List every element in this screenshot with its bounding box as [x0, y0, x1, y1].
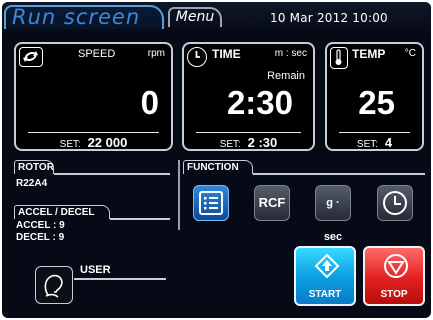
time-set-value: 2 :30	[247, 135, 278, 150]
temp-label: TEMP	[352, 47, 386, 61]
user-rule	[74, 278, 166, 280]
rotation-icon	[19, 47, 43, 67]
speed-unit: rpm	[147, 48, 165, 59]
temp-unit: °C	[404, 48, 416, 59]
rotor-heading: ROTOR	[14, 160, 54, 174]
rotor-rule	[54, 173, 170, 175]
header-bar: Run screen Menu 10 Mar 2012 10:00	[2, 2, 431, 32]
start-button[interactable]: START	[294, 246, 356, 306]
stop-label: STOP	[380, 289, 408, 300]
time-setpoint: SET: 2 :30	[184, 135, 313, 150]
list-button[interactable]	[193, 185, 229, 221]
g-sec-label: g · sec	[323, 197, 343, 243]
timer-icon	[383, 191, 407, 215]
speed-set-value: 22 000	[87, 135, 128, 150]
temp-panel[interactable]: TEMP °C 25 SET: 4	[325, 42, 424, 151]
rotor-value: R22A4	[16, 178, 48, 189]
thermometer-icon	[330, 47, 348, 69]
list-icon	[199, 191, 223, 215]
timer-button[interactable]	[377, 185, 413, 221]
rcf-button[interactable]: RCF	[254, 185, 290, 221]
speed-set-label: SET:	[59, 139, 81, 150]
decel-value: DECEL : 9	[16, 232, 65, 243]
tab-menu[interactable]: Menu	[168, 7, 222, 27]
speed-value: 0	[140, 84, 159, 121]
stop-button[interactable]: STOP	[363, 246, 425, 306]
temp-set-label: SET:	[356, 139, 379, 150]
time-remain-label: Remain	[267, 70, 305, 82]
clock-icon	[187, 47, 207, 67]
speed-setpoint: SET: 22 000	[16, 135, 171, 150]
tab-run-screen[interactable]: Run screen	[4, 5, 164, 29]
user-icon	[44, 274, 63, 298]
accel-decel-heading: ACCEL / DECEL	[14, 205, 110, 219]
time-set-label: SET:	[219, 139, 241, 150]
time-value: 2:30	[226, 84, 293, 121]
g-sec-button[interactable]: g · sec	[315, 185, 351, 243]
time-divider	[196, 132, 301, 133]
user-button[interactable]	[35, 266, 73, 304]
start-icon	[314, 253, 340, 279]
speed-panel[interactable]: SPEED rpm 0 SET: 22 000	[14, 42, 173, 151]
datetime-display: 10 Mar 2012 10:00	[270, 11, 388, 25]
start-label: START	[308, 289, 342, 300]
function-rule	[253, 173, 425, 175]
speed-label: SPEED	[78, 48, 116, 60]
function-heading: FUNCTION	[183, 160, 253, 174]
accel-value: ACCEL : 9	[16, 220, 65, 231]
time-label: TIME	[212, 47, 241, 61]
run-screen: Run screen Menu 10 Mar 2012 10:00 SPEED …	[2, 2, 431, 318]
user-label: USER	[80, 264, 111, 276]
accel-decel-rule	[110, 218, 170, 220]
temp-divider	[339, 132, 410, 133]
time-unit: m : sec	[274, 48, 307, 59]
time-panel[interactable]: TIME m : sec Remain 2:30 SET: 2 :30	[182, 42, 315, 151]
rcf-label: RCF	[258, 195, 286, 210]
temp-value: 25	[358, 84, 395, 121]
stop-icon	[384, 254, 408, 278]
temp-set-value: 4	[384, 135, 393, 150]
speed-divider	[28, 132, 159, 133]
temp-setpoint: SET: 4	[327, 135, 422, 150]
section-divider	[178, 160, 180, 230]
